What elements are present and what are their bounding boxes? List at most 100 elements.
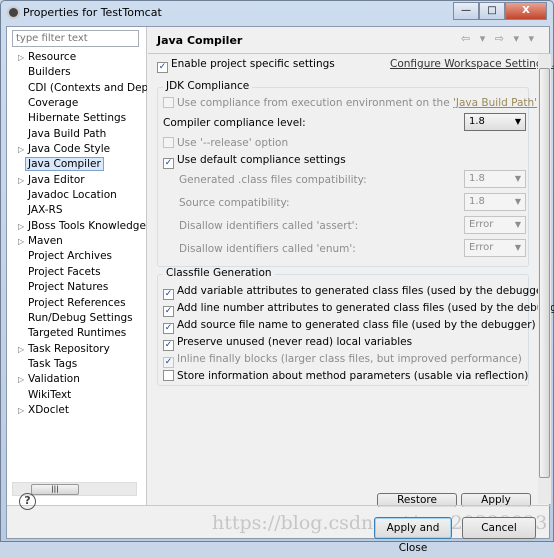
window-title: Properties for TestTomcat <box>23 6 162 19</box>
minimize-button[interactable]: — <box>453 2 479 20</box>
tree-item[interactable]: ▷ Resource <box>7 50 147 65</box>
tree-item[interactable]: Run/Debug Settings <box>7 311 147 326</box>
classfile-option-checkbox[interactable]: Store information about method parameter… <box>163 370 528 382</box>
checkbox-label: Use compliance from execution environmen… <box>177 97 454 109</box>
source-compat-label: Source compatibility: <box>179 197 290 209</box>
tree-item[interactable]: Builders <box>7 65 147 80</box>
group-title: Classfile Generation <box>163 267 275 279</box>
default-compliance-checkbox[interactable]: ✓ Use default compliance settings <box>163 154 346 169</box>
generated-class-compat-select[interactable]: 1.8 ▼ <box>464 170 526 188</box>
assert-identifier-label: Disallow identifiers called 'assert': <box>179 220 359 232</box>
checkbox-label: Preserve unused (never read) local varia… <box>177 336 413 348</box>
classfile-option-checkbox[interactable]: ✓ Add line number attributes to generated… <box>163 302 554 317</box>
classfile-option-checkbox[interactable]: ✓ Add variable attributes to generated cl… <box>163 285 551 300</box>
tree-item[interactable]: Javadoc Location <box>7 188 147 203</box>
page-title: Java Compiler <box>157 34 243 47</box>
tree-item-label: Builders <box>28 66 71 79</box>
help-icon[interactable]: ? <box>19 493 36 510</box>
tree-item-label: Coverage <box>28 97 79 110</box>
checkbox-label: Add source file name to generated class … <box>177 319 536 331</box>
tree-item-label: Run/Debug Settings <box>28 311 133 324</box>
classfile-option-checkbox[interactable]: ✓ Inline finally blocks (larger class fil… <box>163 353 522 368</box>
tree-item[interactable]: ▷ Java Code Style <box>7 142 147 157</box>
filter-input[interactable] <box>12 30 139 47</box>
tree-item[interactable]: Task Tags <box>7 357 147 372</box>
expand-arrow-icon[interactable]: ▷ <box>18 234 24 249</box>
assert-identifier-select[interactable]: Error ▼ <box>464 216 526 234</box>
tree-item-label: Project Facets <box>28 265 101 278</box>
expand-arrow-icon[interactable]: ▷ <box>18 219 24 234</box>
expand-arrow-icon[interactable]: ▷ <box>18 403 24 418</box>
tree-item[interactable]: ▷ Java Editor <box>7 173 147 188</box>
tree-item[interactable]: ▷ JBoss Tools Knowledge I <box>7 219 147 234</box>
tree-item[interactable]: Project Archives <box>7 249 147 264</box>
expand-arrow-icon[interactable]: ▷ <box>18 173 24 188</box>
tree-item[interactable]: ▷ Validation <box>7 372 147 387</box>
tree-item-label: Resource <box>28 51 77 63</box>
tree-item-label: Java Build Path <box>28 127 107 140</box>
checkbox-label: Enable project specific settings <box>171 58 335 70</box>
tree-item-label: Java Editor <box>28 173 85 186</box>
tree-item[interactable]: Coverage <box>7 96 147 111</box>
navigation-arrows-icon[interactable]: ⇦ ▾ ⇨ ▾ ▾ <box>461 32 537 45</box>
enum-identifier-select[interactable]: Error ▼ <box>464 239 526 257</box>
java-build-path-link[interactable]: 'Java Build Path' <box>453 97 537 109</box>
divider <box>148 53 551 54</box>
tree-item[interactable]: ▷ XDoclet <box>7 403 147 418</box>
tree-item-label: Task Tags <box>28 357 78 370</box>
tree-item[interactable]: Java Compiler <box>7 157 147 172</box>
use-env-compliance-checkbox[interactable]: Use compliance from execution environmen… <box>163 97 537 109</box>
enable-specific-checkbox[interactable]: ✓ Enable project specific settings <box>157 58 335 73</box>
tree-item[interactable]: JAX-RS <box>7 203 147 218</box>
tree-item[interactable]: Project Facets <box>7 265 147 280</box>
tree-item-label: Java Code Style <box>28 143 111 156</box>
release-option-checkbox[interactable]: Use '--release' option <box>163 137 288 149</box>
expand-arrow-icon[interactable]: ▷ <box>18 372 24 387</box>
checkbox-label: Use '--release' option <box>177 137 289 149</box>
tree-item-label: Task Repository <box>28 342 110 355</box>
property-tree: ▷ Resource Builders CDI (Contexts and Deper… <box>7 50 147 418</box>
java-compiler-page: Java Compiler ⇦ ▾ ⇨ ▾ ▾ ✓ Enable project … <box>148 27 554 507</box>
apply-and-close-button[interactable]: Apply and Close <box>374 517 452 554</box>
enum-identifier-label: Disallow identifiers called 'enum': <box>179 243 356 255</box>
expand-arrow-icon[interactable]: ▷ <box>18 342 24 357</box>
configure-workspace-link[interactable]: Configure Workspace Settings... <box>390 58 554 70</box>
checkbox-label: Store information about method parameter… <box>177 370 529 382</box>
expand-arrow-icon[interactable]: ▷ <box>18 142 24 157</box>
maximize-button[interactable]: □ <box>479 2 505 20</box>
tree-item-label: Maven <box>28 235 63 248</box>
properties-window: Properties for TestTomcat — □ X ▷ Resourc… <box>0 0 554 554</box>
tree-item[interactable]: ▷ Maven <box>7 234 147 249</box>
tree-item[interactable]: Java Build Path <box>7 127 147 142</box>
tree-item-label: Targeted Runtimes <box>28 327 127 340</box>
compliance-level-select[interactable]: 1.8 ▼ <box>464 113 526 131</box>
expand-arrow-icon[interactable]: ▷ <box>18 50 24 65</box>
tree-item-label: Project Natures <box>28 281 109 294</box>
tree-item[interactable]: ▷ Task Repository <box>7 342 147 357</box>
tree-item[interactable]: Project Natures <box>7 280 147 295</box>
property-tree-panel: ▷ Resource Builders CDI (Contexts and Deper… <box>7 27 147 505</box>
source-compat-select[interactable]: 1.8 ▼ <box>464 193 526 211</box>
tree-item-label: Hibernate Settings <box>28 112 127 125</box>
classfile-option-checkbox[interactable]: ✓ Preserve unused (never read) local vari… <box>163 336 412 351</box>
generated-class-compat-label: Generated .class files compatibility: <box>179 174 367 186</box>
checkbox-label: Use default compliance settings <box>177 154 346 166</box>
tree-item-label: Java Compiler <box>25 157 104 172</box>
tree-item[interactable]: Targeted Runtimes <box>7 326 147 341</box>
eclipse-app-icon <box>7 6 20 19</box>
checkbox-label: Add variable attributes to generated cla… <box>177 285 551 297</box>
cancel-button[interactable]: Cancel <box>462 517 536 539</box>
close-button[interactable]: X <box>505 2 547 20</box>
tree-item-label: CDI (Contexts and Deper <box>28 81 147 94</box>
classfile-option-checkbox[interactable]: ✓ Add source file name to generated class… <box>163 319 536 334</box>
compliance-level-label: Compiler compliance level: <box>163 117 306 129</box>
vertical-scrollbar[interactable] <box>538 54 551 504</box>
tree-item[interactable]: Project References <box>7 296 147 311</box>
tree-item[interactable]: Hibernate Settings <box>7 111 147 126</box>
tree-item-label: JBoss Tools Knowledge I <box>28 219 147 232</box>
tree-item[interactable]: WikiText <box>7 388 147 403</box>
tree-item-label: XDoclet <box>28 403 69 416</box>
tree-item[interactable]: CDI (Contexts and Deper <box>7 81 147 96</box>
group-title: JDK Compliance <box>163 80 253 92</box>
tree-item-label: Project Archives <box>28 250 113 263</box>
